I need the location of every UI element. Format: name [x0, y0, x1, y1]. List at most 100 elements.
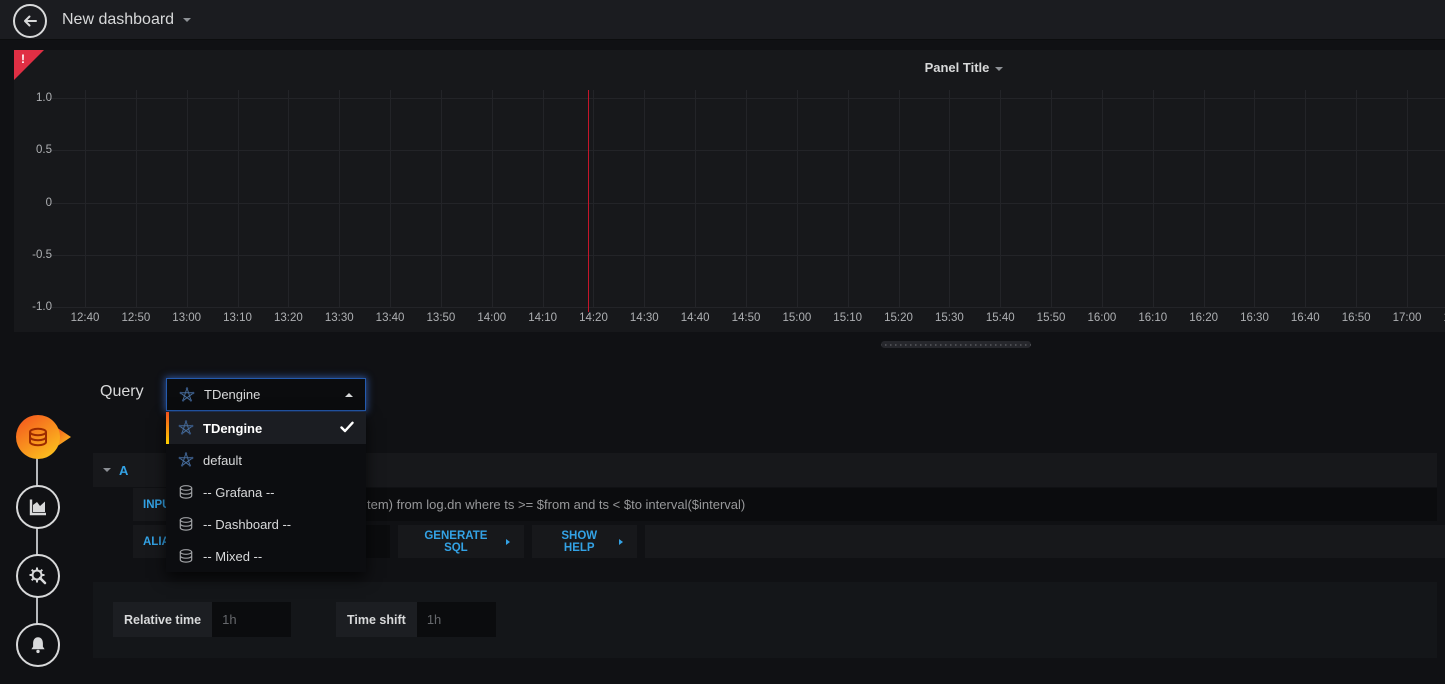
gridline [1153, 90, 1154, 307]
x-axis-tick: 14:20 [571, 312, 615, 324]
x-axis-tick: 13:00 [165, 312, 209, 324]
show-help-button[interactable]: SHOW HELP [532, 525, 638, 558]
x-axis-tick: 16:30 [1232, 312, 1276, 324]
gridline [543, 90, 544, 307]
chevron-down-icon [183, 18, 191, 22]
time-options-card: Relative time Time shift [93, 582, 1437, 658]
x-axis-tick: 14:00 [470, 312, 514, 324]
gridline [1254, 90, 1255, 307]
gridline [48, 307, 1445, 308]
gridline [746, 90, 747, 307]
gridline [1305, 90, 1306, 307]
tdengine-icon [178, 452, 194, 468]
x-axis-tick: 14:10 [521, 312, 565, 324]
triangle-right-icon [619, 539, 623, 545]
chevron-up-icon [345, 393, 353, 397]
dashboard-panel: ! Panel Title 1.00.50-0.5-1.012:4012:501… [14, 50, 1445, 332]
chart-icon [27, 496, 49, 518]
tab-visualization[interactable] [16, 485, 60, 529]
gridline [797, 90, 798, 307]
chevron-down-icon [995, 67, 1003, 71]
gridline [85, 90, 86, 307]
tab-queries[interactable] [16, 415, 86, 464]
datasource-dropdown-menu: TDengine default -- Grafana -- -- Dashboard… [166, 412, 366, 572]
gridline [1051, 90, 1052, 307]
database-icon [178, 516, 194, 532]
tdengine-icon [179, 387, 195, 403]
x-axis-tick: 16:20 [1182, 312, 1226, 324]
x-axis-tick: 17:10 [1436, 312, 1445, 324]
panel-resize-handle[interactable] [881, 341, 1031, 348]
gridline [136, 90, 137, 307]
menu-item-label: default [203, 453, 242, 468]
menu-item-label: -- Dashboard -- [203, 517, 291, 532]
menu-item-dashboard[interactable]: -- Dashboard -- [166, 508, 366, 540]
database-icon [178, 484, 194, 500]
arrow-left-icon [21, 12, 39, 30]
y-axis-tick: 1.0 [16, 92, 52, 104]
gridline [949, 90, 950, 307]
chevron-down-icon [103, 468, 111, 472]
show-help-label: SHOW HELP [546, 530, 614, 554]
x-axis-tick: 15:30 [927, 312, 971, 324]
tabs-connector-line [36, 437, 38, 645]
tab-alert[interactable] [16, 623, 60, 667]
relative-time-group: Relative time [113, 602, 291, 637]
time-shift-input[interactable] [417, 602, 496, 637]
x-axis-tick: 14:50 [724, 312, 768, 324]
gridline [644, 90, 645, 307]
menu-item-default[interactable]: default [166, 444, 366, 476]
database-orange-icon [16, 415, 86, 459]
gridline [899, 90, 900, 307]
gridline [187, 90, 188, 307]
menu-item-label: TDengine [203, 421, 262, 436]
time-shift-group: Time shift [336, 602, 496, 637]
time-shift-label: Time shift [336, 602, 417, 637]
menu-item-label: -- Mixed -- [203, 549, 262, 564]
x-axis-tick: 14:30 [622, 312, 666, 324]
back-button[interactable] [13, 4, 47, 38]
tdengine-icon [178, 420, 194, 436]
generate-sql-button[interactable]: GENERATE SQL [398, 525, 523, 558]
dashboard-title[interactable]: New dashboard [62, 11, 191, 29]
annotation-line [588, 90, 589, 312]
bell-icon [27, 634, 49, 656]
x-axis-tick: 16:10 [1131, 312, 1175, 324]
menu-item-grafana[interactable]: -- Grafana -- [166, 476, 366, 508]
editor-tabs-sidebar [0, 400, 76, 684]
x-axis-tick: 12:50 [114, 312, 158, 324]
menu-item-tdengine[interactable]: TDengine [166, 412, 366, 444]
x-axis-tick: 13:40 [368, 312, 412, 324]
x-axis-tick: 14:40 [673, 312, 717, 324]
x-axis-tick: 15:10 [826, 312, 870, 324]
x-axis-tick: 15:40 [978, 312, 1022, 324]
x-axis-tick: 13:30 [317, 312, 361, 324]
form-filler [645, 525, 1445, 558]
x-axis-tick: 15:00 [775, 312, 819, 324]
menu-item-mixed[interactable]: -- Mixed -- [166, 540, 366, 572]
panel-title[interactable]: Panel Title [14, 60, 1445, 75]
datasource-select[interactable]: TDengine [166, 378, 366, 411]
gridline [288, 90, 289, 307]
triangle-right-icon [506, 539, 510, 545]
datasource-select-value: TDengine [204, 387, 345, 402]
gridline [390, 90, 391, 307]
x-axis-tick: 13:20 [266, 312, 310, 324]
y-axis-tick: -1.0 [16, 301, 52, 313]
dashboard-title-text: New dashboard [62, 11, 174, 29]
input-sql-field[interactable]: tem) from log.dn where ts >= $from and t… [217, 488, 1437, 521]
gridline [441, 90, 442, 307]
check-icon [340, 420, 354, 436]
x-axis-tick: 17:00 [1385, 312, 1429, 324]
y-axis-tick: 0.5 [16, 144, 52, 156]
gridline [848, 90, 849, 307]
relative-time-input[interactable] [212, 602, 291, 637]
grafana-edit-screen: New dashboard ! Panel Title 1.00.50-0.5-… [0, 0, 1445, 684]
generate-sql-label: GENERATE SQL [412, 530, 499, 554]
x-axis-tick: 16:00 [1080, 312, 1124, 324]
relative-time-label: Relative time [113, 602, 212, 637]
gridline [593, 90, 594, 307]
y-axis-tick: -0.5 [16, 249, 52, 261]
tab-general[interactable] [16, 554, 60, 598]
x-axis-tick: 15:50 [1029, 312, 1073, 324]
